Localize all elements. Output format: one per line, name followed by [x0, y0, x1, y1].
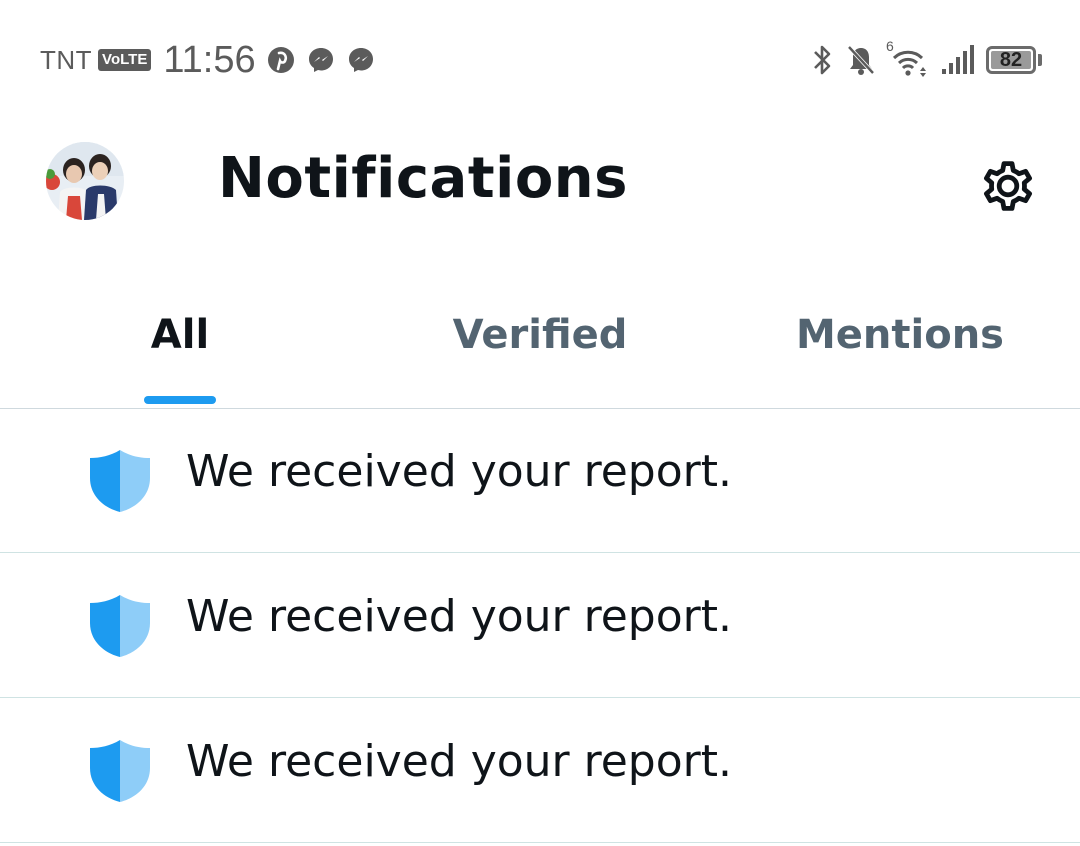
tab-mentions[interactable]: Mentions [780, 312, 1020, 408]
status-bar: TNT VoLTE 11:56 6 82 [0, 0, 1080, 120]
list-item[interactable]: We received your report. [0, 408, 1080, 553]
bluetooth-icon [810, 42, 834, 78]
pinterest-icon [266, 45, 296, 75]
shield-icon [88, 738, 152, 804]
notification-text: We received your report. [186, 591, 732, 642]
list-item[interactable]: We received your report. [0, 553, 1080, 698]
shield-icon [88, 448, 152, 514]
status-bar-right: 6 82 [810, 38, 1042, 82]
avatar[interactable] [46, 142, 124, 220]
signal-icon [940, 42, 976, 78]
notification-tabs: All Verified Mentions [0, 290, 1080, 409]
page-title: Notifications [218, 146, 628, 211]
tab-label: Verified [452, 312, 628, 358]
settings-button[interactable] [970, 148, 1046, 224]
battery-tip [1038, 54, 1042, 66]
battery-level: 82 [991, 49, 1031, 71]
volte-badge: VoLTE [98, 49, 152, 71]
messenger-icon [346, 45, 376, 75]
notification-text: We received your report. [186, 446, 732, 497]
battery-body: 82 [986, 46, 1036, 74]
network-badge: 6 [886, 38, 894, 54]
list-item[interactable]: We received your report. [0, 698, 1080, 843]
shield-icon [88, 593, 152, 659]
top-app-bar: Notifications [0, 120, 1080, 250]
gear-icon [976, 154, 1040, 218]
carrier-name: TNT [40, 44, 93, 75]
wifi-icon: 6 [886, 38, 930, 78]
active-tab-indicator [144, 396, 216, 404]
bell-muted-icon [844, 42, 878, 78]
tab-all[interactable]: All [120, 312, 240, 408]
battery-indicator: 82 [986, 46, 1042, 74]
status-time: 11:56 [163, 38, 256, 81]
status-bar-left: TNT VoLTE 11:56 [40, 38, 376, 82]
tab-label: All [150, 312, 210, 358]
notification-list: We received your report. We received you… [0, 408, 1080, 843]
tab-label: Mentions [795, 312, 1004, 358]
messenger-icon [306, 45, 336, 75]
notification-text: We received your report. [186, 736, 732, 787]
tab-verified[interactable]: Verified [430, 312, 650, 408]
